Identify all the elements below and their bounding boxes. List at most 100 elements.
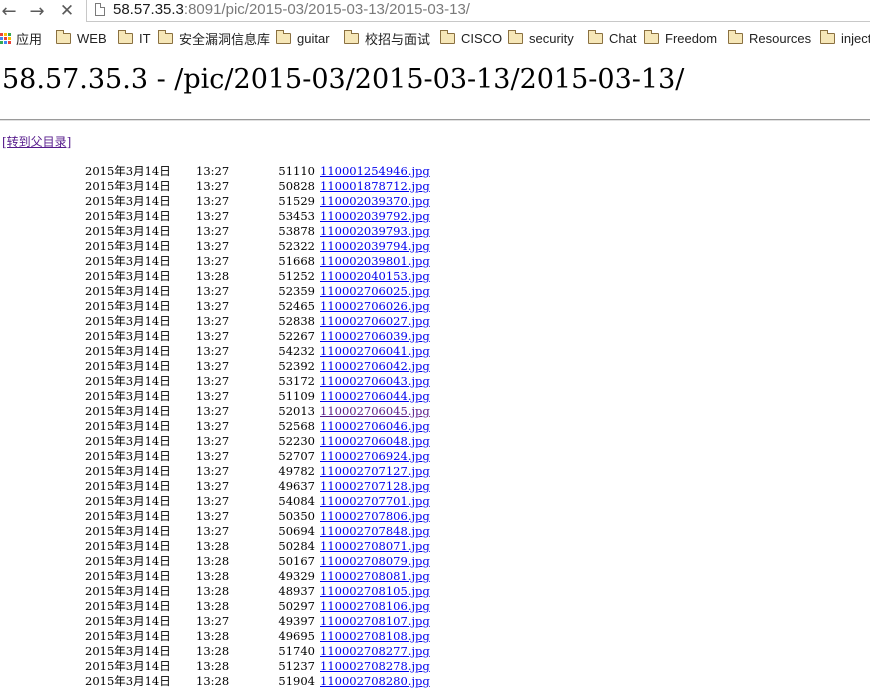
listing-row: 2015年3月14日 13:28 48937 110002708105.jpg: [0, 584, 870, 599]
file-link[interactable]: 110002706042.jpg: [320, 359, 430, 374]
file-link[interactable]: 110002708071.jpg: [320, 539, 430, 554]
bookmark-item[interactable]: 校招与面试: [344, 27, 430, 49]
file-date: 2015年3月14日: [85, 269, 171, 283]
file-link[interactable]: 110002708278.jpg: [320, 659, 430, 674]
bookmark-item[interactable]: inject: [820, 27, 870, 49]
file-date: 2015年3月14日: [85, 299, 171, 313]
bookmark-label: IT: [139, 30, 151, 46]
listing-row: 2015年3月14日 13:27 52230 110002706048.jpg: [0, 434, 870, 449]
file-link[interactable]: 110002708107.jpg: [320, 614, 430, 629]
file-link[interactable]: 110002707806.jpg: [320, 509, 430, 524]
file-link[interactable]: 110002706041.jpg: [320, 344, 430, 359]
file-size: 52359: [278, 284, 315, 298]
listing-row: 2015年3月14日 13:28 49329 110002708081.jpg: [0, 569, 870, 584]
file-size: 49397: [278, 614, 315, 628]
file-link[interactable]: 110002706026.jpg: [320, 299, 430, 314]
file-date: 2015年3月14日: [85, 599, 171, 613]
apps-grid-dot: [8, 36, 11, 40]
back-arrow-icon[interactable]: ←: [0, 0, 20, 22]
stop-loading-icon[interactable]: ✕: [56, 0, 78, 22]
file-date: 2015年3月14日: [85, 314, 171, 328]
bookmark-label: CISCO: [461, 30, 503, 46]
listing-row: 2015年3月14日 13:27 49637 110002707128.jpg: [0, 479, 870, 494]
file-date: 2015年3月14日: [85, 254, 171, 268]
file-link[interactable]: 110002040153.jpg: [320, 269, 430, 284]
bookmark-item[interactable]: Freedom: [644, 27, 717, 49]
file-size: 49329: [278, 569, 315, 583]
file-size: 51529: [278, 194, 315, 208]
bookmark-item[interactable]: security: [508, 27, 574, 49]
file-link[interactable]: 110002706924.jpg: [320, 449, 430, 464]
file-link[interactable]: 110002707701.jpg: [320, 494, 430, 509]
folder-icon: [440, 29, 455, 44]
file-link[interactable]: 110002708106.jpg: [320, 599, 430, 614]
file-date: 2015年3月14日: [85, 344, 171, 358]
bookmark-item[interactable]: Resources: [728, 27, 811, 49]
forward-arrow-icon[interactable]: →: [26, 0, 48, 22]
file-link[interactable]: 110002039792.jpg: [320, 209, 430, 224]
file-link[interactable]: 110002039794.jpg: [320, 239, 430, 254]
file-link[interactable]: 110002708280.jpg: [320, 674, 430, 689]
file-size: 54232: [278, 344, 315, 358]
parent-directory-link[interactable]: [转到父目录]: [2, 134, 71, 150]
file-link[interactable]: 110002708079.jpg: [320, 554, 430, 569]
listing-row: 2015年3月14日 13:27 52838 110002706027.jpg: [0, 314, 870, 329]
file-size: 52568: [278, 419, 315, 433]
file-date: 2015年3月14日: [85, 359, 171, 373]
bookmark-item[interactable]: Chat: [588, 27, 636, 49]
file-link[interactable]: 110002706027.jpg: [320, 314, 430, 329]
file-link[interactable]: 110001878712.jpg: [320, 179, 430, 194]
file-link[interactable]: 110002706046.jpg: [320, 419, 430, 434]
url-text[interactable]: 58.57.35.3:8091/pic/2015-03/2015-03-13/2…: [113, 1, 470, 19]
listing-row: 2015年3月14日 13:27 50694 110002707848.jpg: [0, 524, 870, 539]
file-size: 51252: [278, 269, 315, 283]
bookmark-label: inject: [841, 30, 870, 46]
file-link[interactable]: 110002039370.jpg: [320, 194, 430, 209]
file-link[interactable]: 110002706044.jpg: [320, 389, 430, 404]
apps-grid-dot: [0, 36, 3, 40]
listing-row: 2015年3月14日 13:27 51110 110001254946.jpg: [0, 164, 870, 179]
file-link[interactable]: 110002707848.jpg: [320, 524, 430, 539]
url-path: :8091/pic/2015-03/2015-03-13/2015-03-13/: [183, 1, 470, 18]
file-link[interactable]: 110001254946.jpg: [320, 164, 430, 179]
file-size: 51237: [278, 659, 315, 673]
file-link[interactable]: 110002707127.jpg: [320, 464, 430, 479]
file-link[interactable]: 110002708105.jpg: [320, 584, 430, 599]
bookmark-item[interactable]: IT: [118, 27, 151, 49]
listing-row: 2015年3月14日 13:27 52465 110002706026.jpg: [0, 299, 870, 314]
file-date: 2015年3月14日: [85, 644, 171, 658]
file-date: 2015年3月14日: [85, 284, 171, 298]
address-bar[interactable]: 58.57.35.3:8091/pic/2015-03/2015-03-13/2…: [86, 0, 870, 22]
file-link[interactable]: 110002706025.jpg: [320, 284, 430, 299]
file-size: 53172: [278, 374, 315, 388]
listing-row: 2015年3月14日 13:27 53172 110002706043.jpg: [0, 374, 870, 389]
file-link[interactable]: 110002707128.jpg: [320, 479, 430, 494]
file-link[interactable]: 110002706039.jpg: [320, 329, 430, 344]
listing-row: 2015年3月14日 13:27 52392 110002706042.jpg: [0, 359, 870, 374]
file-link[interactable]: 110002039793.jpg: [320, 224, 430, 239]
file-size: 48937: [278, 584, 315, 598]
file-link[interactable]: 110002039801.jpg: [320, 254, 430, 269]
file-size: 50284: [278, 539, 315, 553]
listing-row: 2015年3月14日 13:27 54084 110002707701.jpg: [0, 494, 870, 509]
page-title: 58.57.35.3 - /pic/2015-03/2015-03-13/201…: [2, 64, 685, 95]
file-link[interactable]: 110002706043.jpg: [320, 374, 430, 389]
bookmark-item[interactable]: CISCO: [440, 27, 502, 49]
apps-grid-dot: [0, 40, 3, 44]
bookmark-item[interactable]: guitar: [276, 27, 330, 49]
bookmark-item[interactable]: 应用: [0, 27, 42, 49]
file-link[interactable]: 110002708108.jpg: [320, 629, 430, 644]
listing-row: 2015年3月14日 13:28 50297 110002708106.jpg: [0, 599, 870, 614]
listing-row: 2015年3月14日 13:28 51252 110002040153.jpg: [0, 269, 870, 284]
file-date: 2015年3月14日: [85, 224, 171, 238]
file-link[interactable]: 110002706045.jpg: [320, 404, 430, 419]
file-link[interactable]: 110002708277.jpg: [320, 644, 430, 659]
file-size: 52267: [278, 329, 315, 343]
bookmark-item[interactable]: 安全漏洞信息库: [158, 27, 270, 49]
file-link[interactable]: 110002706048.jpg: [320, 434, 430, 449]
file-size: 52392: [278, 359, 315, 373]
bookmark-label: guitar: [297, 30, 330, 46]
file-link[interactable]: 110002708081.jpg: [320, 569, 430, 584]
listing-row: 2015年3月14日 13:27 52322 110002039794.jpg: [0, 239, 870, 254]
bookmark-item[interactable]: WEB: [56, 27, 107, 49]
